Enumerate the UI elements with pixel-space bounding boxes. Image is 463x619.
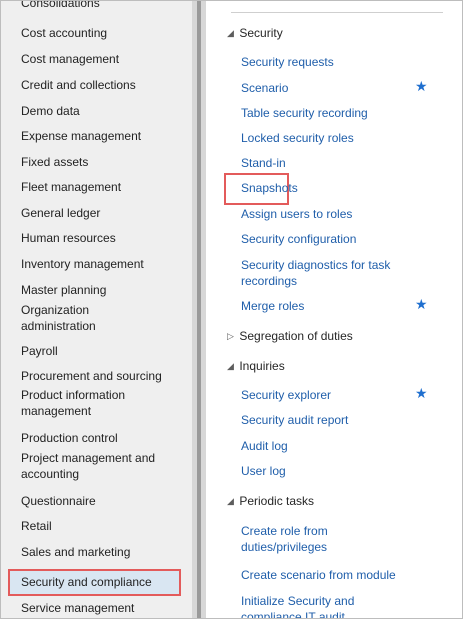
module-item-payroll[interactable]: Payroll bbox=[21, 343, 181, 359]
module-item-procurement-and-sourcing[interactable]: Procurement and sourcing bbox=[21, 368, 181, 384]
expanded-arrow-icon: ◢ bbox=[227, 361, 234, 371]
module-item-sales-and-marketing[interactable]: Sales and marketing bbox=[21, 544, 181, 560]
link-stand-in[interactable]: Stand-in bbox=[241, 155, 426, 171]
star-icon[interactable]: ★ bbox=[415, 78, 428, 94]
module-item-production-control[interactable]: Production control bbox=[21, 430, 181, 446]
section-segregation-of-duties[interactable]: ▷ Segregation of duties bbox=[227, 328, 353, 344]
top-divider bbox=[231, 12, 443, 13]
module-item-human-resources[interactable]: Human resources bbox=[21, 230, 181, 246]
module-item-master-planning[interactable]: Master planning bbox=[21, 282, 181, 298]
module-item-organization-administration[interactable]: Organization administration bbox=[21, 302, 166, 334]
star-icon[interactable]: ★ bbox=[415, 296, 428, 312]
module-item-retail[interactable]: Retail bbox=[21, 518, 181, 534]
module-item-general-ledger[interactable]: General ledger bbox=[21, 205, 181, 221]
module-item-project-management-and-accounting[interactable]: Project management and accounting bbox=[21, 450, 166, 482]
module-item-consolidations[interactable]: Consolidations bbox=[21, 1, 181, 11]
expanded-arrow-icon: ◢ bbox=[227, 28, 234, 38]
link-table-security-recording[interactable]: Table security recording bbox=[241, 105, 426, 121]
link-scenario[interactable]: Scenario bbox=[241, 80, 426, 96]
module-item-credit-and-collections[interactable]: Credit and collections bbox=[21, 77, 181, 93]
section-inquiries[interactable]: ◢ Inquiries bbox=[227, 358, 285, 374]
module-item-expense-management[interactable]: Expense management bbox=[21, 128, 181, 144]
module-item-service-management[interactable]: Service management bbox=[21, 600, 181, 616]
link-create-scenario-from-module[interactable]: Create scenario from module bbox=[241, 567, 426, 583]
section-segregation-label: Segregation of duties bbox=[239, 329, 353, 343]
module-item-inventory-management[interactable]: Inventory management bbox=[21, 256, 181, 272]
link-security-requests[interactable]: Security requests bbox=[241, 54, 426, 70]
module-item-fixed-assets[interactable]: Fixed assets bbox=[21, 154, 181, 170]
link-user-log[interactable]: User log bbox=[241, 463, 426, 479]
module-item-fleet-management[interactable]: Fleet management bbox=[21, 179, 181, 195]
link-create-role-from-duties-privileges[interactable]: Create role from duties/privileges bbox=[241, 523, 391, 555]
link-security-audit-report[interactable]: Security audit report bbox=[241, 412, 426, 428]
module-item-demo-data[interactable]: Demo data bbox=[21, 103, 181, 119]
link-assign-users-to-roles[interactable]: Assign users to roles bbox=[241, 206, 426, 222]
application-screen: Consolidations Cost accounting Cost mana… bbox=[0, 0, 463, 619]
link-security-diagnostics-for-task-recordings[interactable]: Security diagnostics for task recordings bbox=[241, 257, 441, 289]
collapsed-arrow-icon: ▷ bbox=[227, 331, 234, 341]
module-list: Consolidations Cost accounting Cost mana… bbox=[1, 1, 192, 618]
link-audit-log[interactable]: Audit log bbox=[241, 438, 426, 454]
section-periodic-tasks[interactable]: ◢ Periodic tasks bbox=[227, 493, 314, 509]
star-icon[interactable]: ★ bbox=[415, 385, 428, 401]
section-security-label: Security bbox=[239, 26, 283, 40]
link-merge-roles[interactable]: Merge roles bbox=[241, 298, 426, 314]
module-item-cost-management[interactable]: Cost management bbox=[21, 51, 181, 67]
link-snapshots[interactable]: Snapshots bbox=[241, 180, 426, 196]
module-item-cost-accounting[interactable]: Cost accounting bbox=[21, 25, 181, 41]
module-item-product-information-management[interactable]: Product information management bbox=[21, 387, 166, 419]
link-initialize-security-and-compliance-it-audit[interactable]: Initialize Security and compliance IT au… bbox=[241, 593, 391, 618]
link-locked-security-roles[interactable]: Locked security roles bbox=[241, 130, 426, 146]
module-item-questionnaire[interactable]: Questionnaire bbox=[21, 493, 181, 509]
link-security-explorer[interactable]: Security explorer bbox=[241, 387, 426, 403]
expanded-arrow-icon: ◢ bbox=[227, 496, 234, 506]
section-periodic-label: Periodic tasks bbox=[239, 494, 315, 508]
module-item-security-and-compliance[interactable]: Security and compliance bbox=[21, 574, 181, 590]
link-security-configuration[interactable]: Security configuration bbox=[241, 231, 426, 247]
splitter-handle[interactable] bbox=[197, 1, 201, 618]
section-security[interactable]: ◢ Security bbox=[227, 25, 283, 41]
section-inquiries-label: Inquiries bbox=[239, 359, 285, 373]
